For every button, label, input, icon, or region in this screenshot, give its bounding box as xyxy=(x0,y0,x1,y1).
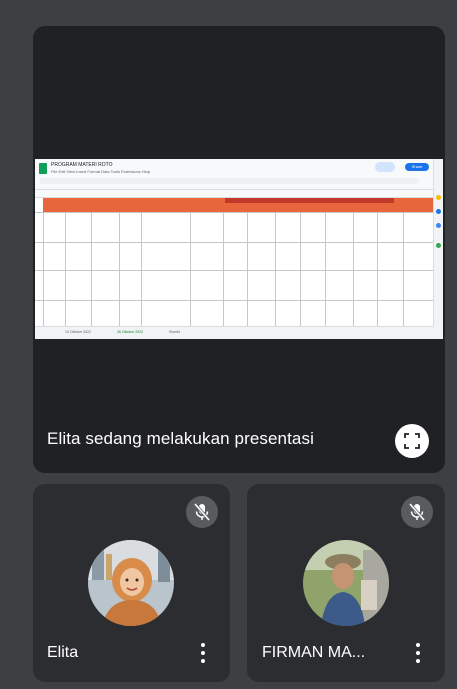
grid-line xyxy=(377,212,378,327)
more-vert-icon[interactable] xyxy=(413,642,423,664)
grid-line xyxy=(300,212,301,327)
sheet-menu-bar: File Edit View Insert Format Data Tools … xyxy=(51,169,151,174)
grid-line xyxy=(275,212,276,327)
grid-line xyxy=(91,212,92,327)
grid-line xyxy=(190,212,191,327)
grid-line xyxy=(35,242,434,243)
sheet-side-panel xyxy=(433,159,443,339)
sheet-tab: 26 Oktober 2022 xyxy=(117,330,144,334)
grid-line xyxy=(141,212,142,327)
presentation-stage: PROGRAM MATERI ROTO File Edit View Inser… xyxy=(33,26,445,473)
sheet-title: PROGRAM MATERI ROTO xyxy=(51,162,113,168)
mic-off-icon xyxy=(401,496,433,528)
avatar xyxy=(88,540,174,626)
mic-off-icon xyxy=(186,496,218,528)
meet-indicator xyxy=(375,162,395,172)
grid-line xyxy=(223,212,224,327)
grid-line xyxy=(403,212,404,327)
grid-line xyxy=(35,270,434,271)
grid-line xyxy=(43,212,44,327)
keep-icon xyxy=(436,195,441,200)
fullscreen-icon xyxy=(404,433,420,449)
grid-line xyxy=(35,300,434,301)
tasks-icon xyxy=(436,209,441,214)
avatar xyxy=(303,540,389,626)
participant-name: FIRMAN MA... xyxy=(262,644,366,661)
grid-line xyxy=(119,212,120,327)
presenting-banner: Elita sedang melakukan presentasi xyxy=(47,429,314,448)
column-header-row xyxy=(35,190,434,198)
sheet-grid xyxy=(35,190,434,328)
grid-line xyxy=(247,212,248,327)
grid-line xyxy=(353,212,354,327)
participant-tile-firman[interactable]: FIRMAN MA... xyxy=(247,484,445,682)
table-group-header xyxy=(225,198,394,203)
sheet-share-button: Share xyxy=(405,163,429,171)
sheet-header-bar: PROGRAM MATERI ROTO File Edit View Inser… xyxy=(35,159,443,190)
grid-line xyxy=(325,212,326,327)
maps-icon xyxy=(436,243,441,248)
sheet-tab: Sheet4 xyxy=(169,330,181,334)
grid-line xyxy=(65,212,66,327)
grid-line xyxy=(35,212,434,213)
sheet-toolbar xyxy=(39,178,419,184)
contacts-icon xyxy=(436,223,441,228)
more-vert-icon[interactable] xyxy=(198,642,208,664)
participant-name: Elita xyxy=(47,644,79,661)
shared-spreadsheet-screen: PROGRAM MATERI ROTO File Edit View Inser… xyxy=(35,159,443,339)
fullscreen-button[interactable] xyxy=(395,424,429,458)
participant-tile-elita[interactable]: Elita xyxy=(33,484,230,682)
sheet-tabs-bar: 19 Oktober 2022 26 Oktober 2022 Sheet4 xyxy=(35,326,434,339)
sheets-logo-icon xyxy=(39,163,47,174)
sheet-tab: 19 Oktober 2022 xyxy=(65,330,92,334)
